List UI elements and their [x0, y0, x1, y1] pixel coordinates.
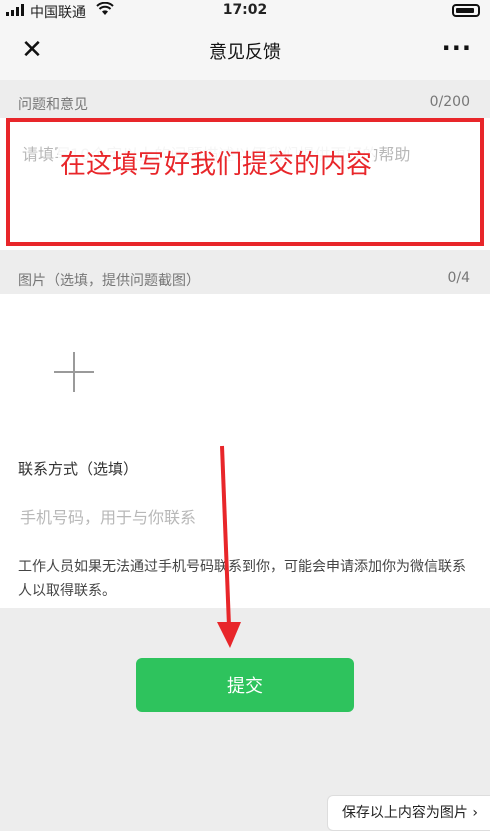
phone-input[interactable]: [18, 498, 472, 536]
save-as-image-button[interactable]: 保存以上内容为图片 ›: [326, 795, 490, 831]
images-label: 图片（选填，提供问题截图）: [18, 273, 200, 289]
status-bar: 中国联通 17:02: [0, 0, 490, 22]
feedback-counter: 0/200: [429, 94, 470, 110]
images-counter: 0/4: [447, 270, 470, 286]
contact-label: 联系方式（选填）: [18, 460, 139, 478]
plus-icon[interactable]: [34, 332, 114, 412]
page-title: 意见反馈: [209, 42, 281, 63]
contact-notice: 工作人员如果无法通过手机号码联系到你，可能会申请添加你为微信联系人以取得联系。: [18, 559, 466, 599]
feedback-textarea[interactable]: 请填写10个字以上的问题描述以便我们提供更好的帮助 在这填写好我们提交的内容: [6, 118, 484, 246]
status-time: 17:02: [222, 2, 268, 18]
feedback-label: 问题和意见: [18, 97, 88, 113]
annotation-text: 在这填写好我们提交的内容: [58, 144, 375, 181]
nav-bar: ✕ 意见反馈 ···: [0, 22, 490, 80]
more-icon[interactable]: ···: [442, 34, 472, 62]
submit-button[interactable]: 提交: [136, 658, 354, 712]
battery-icon: [452, 4, 480, 17]
